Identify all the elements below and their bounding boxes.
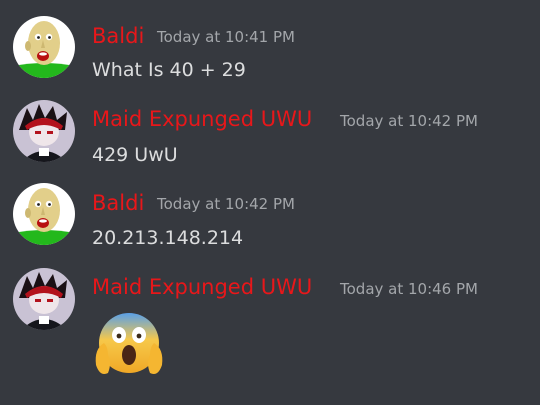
- username[interactable]: Baldi: [92, 191, 144, 215]
- message-content: 20.213.148.214: [92, 227, 244, 249]
- message-content: 429 UwU: [92, 144, 178, 166]
- username[interactable]: Maid Expunged UWU: [92, 275, 312, 299]
- timestamp: Today at 10:42 PM: [340, 112, 478, 130]
- timestamp: Today at 10:46 PM: [340, 280, 478, 298]
- baldi-avatar[interactable]: [13, 183, 75, 245]
- timestamp: Today at 10:42 PM: [157, 195, 295, 213]
- maid-expunged-avatar[interactable]: [13, 268, 75, 330]
- maid-expunged-avatar[interactable]: [13, 100, 75, 162]
- screaming-in-fear-emoji: [92, 307, 166, 381]
- chat-message: Maid Expunged UWU Today at 10:46 PM: [0, 0, 540, 374]
- username[interactable]: Maid Expunged UWU: [92, 107, 312, 131]
